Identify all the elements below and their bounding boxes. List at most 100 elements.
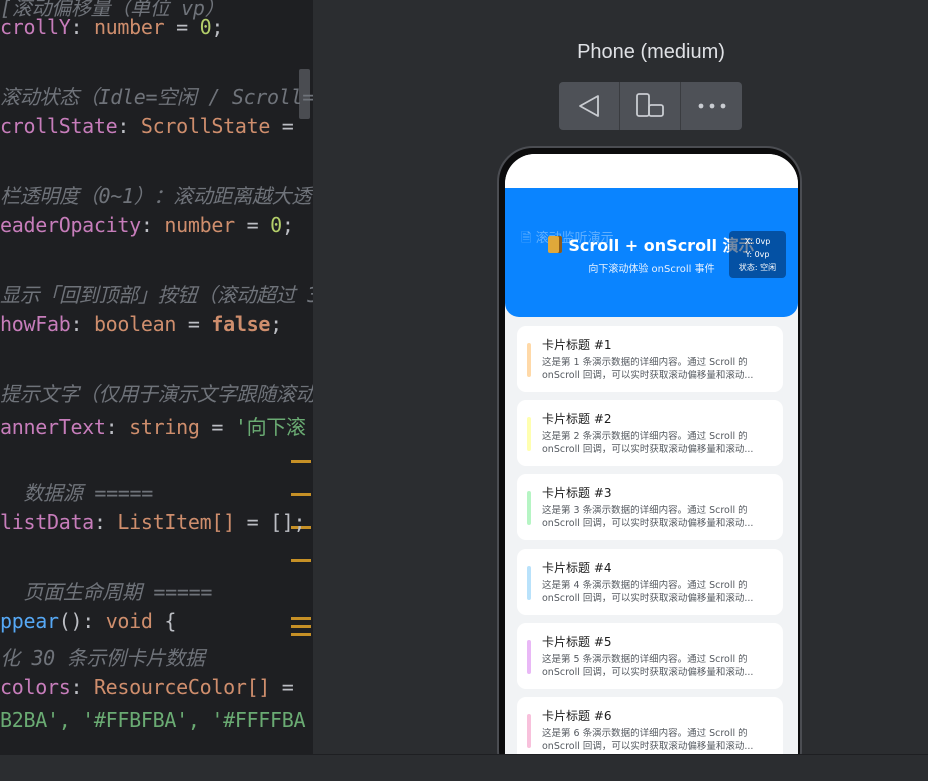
list-item[interactable]: 卡片标题 #4 这是第 4 条演示数据的详细内容。通过 Scroll 的 onScr… <box>517 549 783 615</box>
card-description: 这是第 6 条演示数据的详细内容。通过 Scroll 的 onScroll 回调，… <box>542 728 777 754</box>
card-description-line: 这是第 2 条演示数据的详细内容。通过 Scroll 的 <box>542 431 748 442</box>
code-token: : <box>70 15 94 39</box>
code-token: : <box>105 415 130 439</box>
code-editor[interactable]: [滚动偏移量（单位 vp） crollY: number = 0; 滚动状态（Idl… <box>0 0 313 754</box>
code-token: eaderOpacity <box>0 213 141 237</box>
fold-marker[interactable] <box>291 617 311 620</box>
card-description-line: onScroll 回调，可以实时获取滚动偏移量和滚动... <box>542 443 754 455</box>
page-title-text: Scroll + onScroll 演示 <box>568 236 755 255</box>
scroll-info-panel: X: 0vp Y: 0vp 状态: 空闲 <box>729 231 786 278</box>
code-line[interactable]: 页面生命周期 ===== <box>0 576 212 605</box>
card-description-line: 这是第 6 条演示数据的详细内容。通过 Scroll 的 <box>542 728 748 739</box>
card-accent-bar <box>527 417 531 451</box>
code-token: 化 30 条示例卡片数据 <box>0 646 205 670</box>
code-token: ; <box>281 213 294 237</box>
code-token: : <box>117 114 141 138</box>
code-token: boolean <box>93 312 177 336</box>
scroll-y-readout: Y: 0vp <box>745 250 770 259</box>
code-token: 页面生命周期 ===== <box>0 580 213 604</box>
code-token: ; <box>211 15 224 39</box>
list-item[interactable]: 卡片标题 #6 这是第 6 条演示数据的详细内容。通过 Scroll 的 onScr… <box>517 697 783 754</box>
card-description-line: onScroll 回调，可以实时获取滚动偏移量和滚动... <box>542 666 754 678</box>
card-description-line: 这是第 5 条演示数据的详细内容。通过 Scroll 的 <box>542 654 748 665</box>
previewer-toolbar <box>559 82 742 130</box>
list-item[interactable]: 卡片标题 #5 这是第 5 条演示数据的详细内容。通过 Scroll 的 onScr… <box>517 623 783 689</box>
code-token: (): <box>58 609 106 633</box>
card-description: 这是第 5 条演示数据的详细内容。通过 Scroll 的 onScroll 回调，… <box>542 654 777 680</box>
code-line[interactable]: B2BA', '#FFBFBA', '#FFFFBA <box>0 708 306 732</box>
rotate-device-button[interactable] <box>620 82 681 130</box>
code-token: colors <box>0 675 71 699</box>
card-title: 卡片标题 #3 <box>542 486 612 500</box>
code-line[interactable]: eaderOpacity: number = 0; <box>0 213 294 237</box>
more-button[interactable] <box>681 82 742 130</box>
card-description: 这是第 2 条演示数据的详细内容。通过 Scroll 的 onScroll 回调，… <box>542 431 777 457</box>
code-line[interactable]: 数据源 ===== <box>0 477 153 506</box>
code-token: = <box>176 312 212 336</box>
card-accent-bar <box>527 640 531 674</box>
fold-marker[interactable] <box>291 559 311 562</box>
card-title: 卡片标题 #6 <box>542 709 612 723</box>
code-token: = <box>164 15 200 39</box>
code-line[interactable]: crollState: ScrollState = <box>0 114 305 138</box>
status-bar <box>505 154 798 188</box>
code-token: annerText <box>0 415 106 439</box>
code-token: crollState <box>0 114 118 138</box>
code-token: B2BA', '#FFBFBA', '#FFFFBA <box>0 708 306 732</box>
code-line[interactable]: ppear(): void { <box>0 609 176 633</box>
code-line[interactable]: 显示「回到顶部」按钮（滚动超过 30 <box>0 279 313 308</box>
code-token: '向下滚 <box>234 415 306 439</box>
code-token: 栏透明度（0~1）：滚动距离越大透明 <box>0 184 313 208</box>
phone-screen[interactable]: 🗎 滚动监听演示 Scroll + onScroll 演示 向下滚动体验 onS… <box>505 154 798 754</box>
card-accent-bar <box>527 566 531 600</box>
code-line[interactable]: crollY: number = 0; <box>0 15 223 39</box>
code-token: = <box>270 675 306 699</box>
code-token: 数据源 ===== <box>0 481 154 505</box>
code-line[interactable]: 滚动状态（Idle=空闲 / Scroll=拖 <box>0 81 313 110</box>
code-token: = <box>270 114 306 138</box>
code-token: { <box>152 609 177 633</box>
code-line[interactable]: colors: ResourceColor[] = <box>0 675 305 699</box>
code-token: : <box>140 213 165 237</box>
card-accent-bar <box>527 714 531 748</box>
code-token: = <box>234 213 271 237</box>
code-token: 0 <box>199 15 212 39</box>
book-icon <box>548 236 563 253</box>
code-line[interactable]: 化 30 条示例卡片数据 <box>0 642 205 671</box>
code-line[interactable]: listData: ListItem[] = []; <box>0 510 306 534</box>
code-token: : <box>93 510 118 534</box>
list-item[interactable]: 卡片标题 #3 这是第 3 条演示数据的详细内容。通过 Scroll 的 onScr… <box>517 474 783 540</box>
header-banner: 🗎 滚动监听演示 Scroll + onScroll 演示 向下滚动体验 onS… <box>505 188 798 317</box>
status-strip <box>0 754 928 781</box>
code-token: howFab <box>0 312 71 336</box>
card-title: 卡片标题 #1 <box>542 338 612 352</box>
list-item[interactable]: 卡片标题 #1 这是第 1 条演示数据的详细内容。通过 Scroll 的 onScr… <box>517 326 783 392</box>
code-token: 显示「回到顶部」按钮（滚动超过 30 <box>0 283 313 307</box>
code-line[interactable]: 提示文字（仅用于演示文字跟随滚动变 <box>0 378 313 407</box>
card-description-line: onScroll 回调，可以实时获取滚动偏移量和滚动... <box>542 592 754 604</box>
fold-marker[interactable] <box>291 493 311 496</box>
fold-marker[interactable] <box>291 633 311 636</box>
code-line[interactable]: howFab: boolean = false; <box>0 312 282 336</box>
back-triangle-icon <box>579 95 599 117</box>
code-token: = <box>199 415 235 439</box>
code-token: : <box>70 312 94 336</box>
code-token: number <box>93 15 165 39</box>
code-token: false <box>211 312 271 336</box>
card-title: 卡片标题 #4 <box>542 561 612 575</box>
list-item[interactable]: 卡片标题 #2 这是第 2 条演示数据的详细内容。通过 Scroll 的 onScr… <box>517 400 783 466</box>
code-line[interactable]: annerText: string = '向下滚 <box>0 411 306 440</box>
card-accent-bar <box>527 491 531 525</box>
code-token: number <box>164 213 235 237</box>
card-description-line: 这是第 4 条演示数据的详细内容。通过 Scroll 的 <box>542 580 748 591</box>
card-accent-bar <box>527 343 531 377</box>
back-button[interactable] <box>559 82 620 130</box>
code-token: ppear <box>0 609 59 633</box>
code-token: 0 <box>270 213 282 237</box>
card-description-line: 这是第 1 条演示数据的详细内容。通过 Scroll 的 <box>542 357 748 368</box>
fold-marker[interactable] <box>291 460 311 463</box>
code-token: : <box>70 675 94 699</box>
card-title: 卡片标题 #2 <box>542 412 612 426</box>
fold-marker[interactable] <box>291 625 311 628</box>
code-line[interactable]: 栏透明度（0~1）：滚动距离越大透明 <box>0 180 313 209</box>
